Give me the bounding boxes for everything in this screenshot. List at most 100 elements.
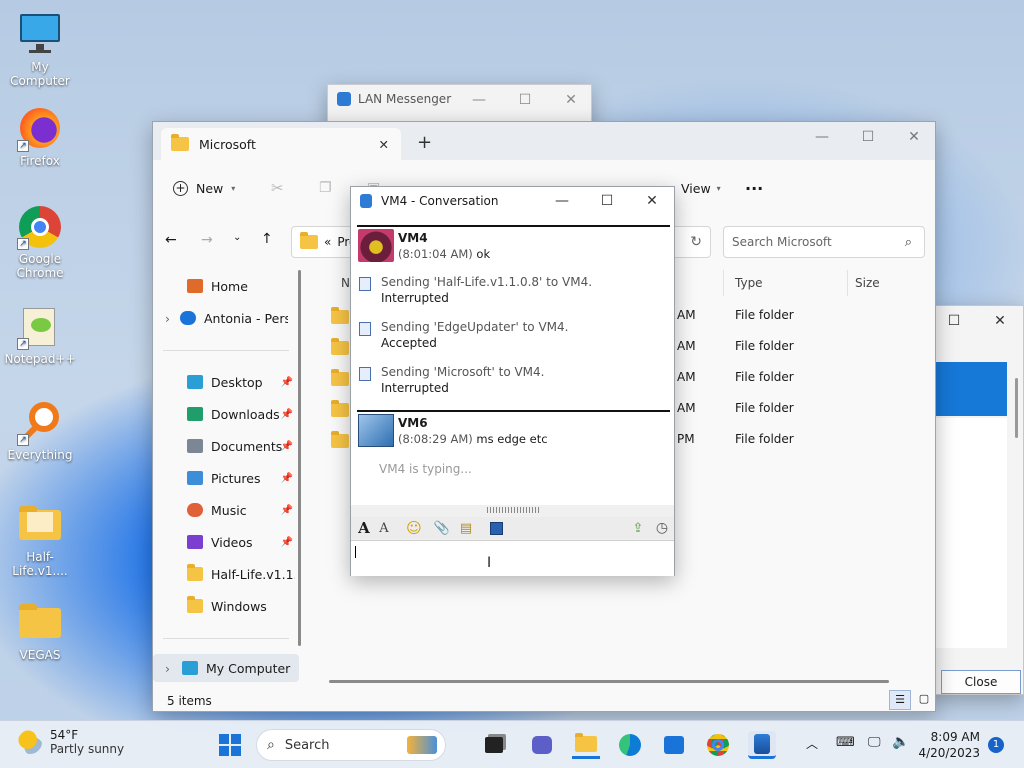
desktop-icon-everything[interactable]: ↗ Everything xyxy=(0,400,80,462)
dialog-close-button[interactable]: Close xyxy=(941,670,1021,694)
close-tab-icon[interactable]: ✕ xyxy=(379,137,389,152)
column-header-size[interactable]: Size xyxy=(855,276,880,290)
nav-label: Videos xyxy=(211,534,253,550)
forward-icon[interactable]: → xyxy=(201,232,213,248)
store-taskbar-button[interactable] xyxy=(660,731,688,759)
tab-bar: Microsoft ✕ + — ☐ ✕ xyxy=(153,122,935,160)
nav-item-documents[interactable]: Documents 📌 xyxy=(153,432,299,460)
desktop-icon-firefox[interactable]: ↗ Firefox xyxy=(0,106,80,168)
send-file-icon[interactable]: 📎 xyxy=(433,519,451,537)
tab-microsoft[interactable]: Microsoft ✕ xyxy=(161,128,401,160)
transfer-text: Sending 'Microsoft' to VM4. xyxy=(381,365,545,379)
nav-item-videos[interactable]: Videos 📌 xyxy=(153,528,299,556)
file-icon xyxy=(359,277,371,291)
chat-button[interactable] xyxy=(528,731,556,759)
search-input[interactable]: Search Microsoft ⌕ xyxy=(723,226,925,258)
minimize-button[interactable]: — xyxy=(799,122,845,152)
nav-item-desktop[interactable]: Desktop 📌 xyxy=(153,368,299,396)
close-button[interactable]: ✕ xyxy=(629,187,675,215)
history-icon[interactable]: ◷ xyxy=(653,519,671,537)
horizontal-scrollbar[interactable] xyxy=(329,680,889,683)
more-options-icon[interactable]: ··· xyxy=(745,179,763,198)
font-icon[interactable]: A xyxy=(355,519,373,537)
refresh-icon[interactable]: ↻ xyxy=(690,234,702,250)
new-button[interactable]: + New ▾ xyxy=(173,180,235,196)
tiles-view-button[interactable]: ▢ xyxy=(913,690,935,710)
background-dialog-window[interactable]: ☐ ✕ Close xyxy=(930,305,1024,695)
keyboard-icon[interactable]: ⌨ xyxy=(836,735,855,750)
nav-item-my-computer[interactable]: › My Computer xyxy=(153,654,299,682)
nav-scrollbar[interactable] xyxy=(298,270,301,646)
start-button[interactable] xyxy=(216,731,244,759)
copy-icon[interactable]: ❐ xyxy=(319,180,332,196)
pin-icon: 📌 xyxy=(280,504,293,516)
chevron-up-icon[interactable]: ︿ xyxy=(806,735,818,752)
back-icon[interactable]: ← xyxy=(165,232,177,248)
file-explorer-taskbar-button[interactable] xyxy=(572,731,600,759)
search-highlight-icon xyxy=(407,736,437,754)
maximize-button[interactable]: ☐ xyxy=(584,187,630,215)
taskbar-search[interactable]: ⌕ Search xyxy=(256,729,446,761)
nav-item-music[interactable]: Music 📌 xyxy=(153,496,299,524)
address-overflow[interactable]: « xyxy=(324,235,331,249)
transfers-icon[interactable]: ⇪ xyxy=(629,519,647,537)
desktop-icon-notepadpp[interactable]: ↗ Notepad++ xyxy=(0,304,80,366)
message-line: (8:01:04 AM) ok xyxy=(398,247,490,261)
folder-icon xyxy=(17,600,63,646)
desktop-icon-half-life-folder[interactable]: Half-Life.v1.... xyxy=(0,502,80,578)
nav-item-home[interactable]: Home xyxy=(153,272,299,300)
close-button[interactable]: ✕ xyxy=(548,85,594,115)
minimize-button[interactable]: — xyxy=(456,85,502,115)
home-icon xyxy=(187,279,203,293)
folder-icon xyxy=(187,564,203,581)
smiley-icon[interactable]: ☺ xyxy=(405,519,423,537)
selected-row[interactable] xyxy=(931,362,1007,416)
message-vm6: VM6 (8:08:29 AM) ms edge etc xyxy=(357,410,670,450)
desktop-icon-chrome[interactable]: ↗ Google Chrome xyxy=(0,204,80,280)
maximize-button[interactable]: ☐ xyxy=(931,306,977,336)
view-button[interactable]: View ▾ xyxy=(681,181,721,196)
navigation-pane: Home › Antonia - Perso Desktop 📌 Downloa… xyxy=(153,270,301,690)
minimize-button[interactable]: — xyxy=(539,187,585,215)
edge-taskbar-button[interactable] xyxy=(616,731,644,759)
chrome-taskbar-button[interactable] xyxy=(704,731,732,759)
send-folder-icon[interactable]: ▤ xyxy=(457,519,475,537)
weather-widget[interactable]: 54°F Partly sunny xyxy=(18,728,124,756)
message-input[interactable]: I xyxy=(351,540,674,576)
desktop-icon-vegas-folder[interactable]: VEGAS xyxy=(0,600,80,662)
folder-icon xyxy=(171,134,189,151)
avatar xyxy=(358,229,394,262)
notification-badge[interactable]: 1 xyxy=(988,737,1004,753)
maximize-button[interactable]: ☐ xyxy=(502,85,548,115)
font-color-icon[interactable]: A xyxy=(375,519,393,537)
column-header-name[interactable]: N xyxy=(341,276,350,290)
nav-item-windows[interactable]: Windows xyxy=(153,592,299,620)
save-icon[interactable] xyxy=(487,519,505,537)
desktop-icon-my-computer[interactable]: My Computer xyxy=(0,12,80,88)
search-placeholder: Search Microsoft xyxy=(732,235,832,249)
transfer-status: Accepted xyxy=(381,336,437,350)
network-icon[interactable]: 🖵 xyxy=(868,735,881,750)
task-view-button[interactable] xyxy=(480,731,508,759)
column-header-type[interactable]: Type xyxy=(735,276,763,290)
new-tab-button[interactable]: + xyxy=(417,132,432,153)
nav-item-pictures[interactable]: Pictures 📌 xyxy=(153,464,299,492)
nav-item-downloads[interactable]: Downloads 📌 xyxy=(153,400,299,428)
maximize-button[interactable]: ☐ xyxy=(845,122,891,152)
close-button[interactable]: ✕ xyxy=(977,306,1023,336)
nav-item-half-life[interactable]: Half-Life.v1.1.0.8 xyxy=(153,560,299,588)
cut-icon[interactable]: ✂ xyxy=(271,179,284,197)
nav-item-onedrive[interactable]: › Antonia - Perso xyxy=(153,304,299,332)
nav-label: My Computer xyxy=(206,660,291,676)
close-button[interactable]: ✕ xyxy=(891,122,937,152)
volume-icon[interactable]: 🔈 xyxy=(892,734,909,750)
conversation-window[interactable]: VM4 - Conversation — ☐ ✕ VM4 (8:01:04 AM… xyxy=(350,186,675,576)
details-view-button[interactable]: ☰ xyxy=(889,690,911,710)
lan-messenger-taskbar-button[interactable] xyxy=(748,731,776,759)
recent-locations-icon[interactable]: ⌄ xyxy=(233,232,241,243)
system-clock[interactable]: 8:09 AM 4/20/2023 xyxy=(916,729,980,761)
up-icon[interactable]: ↑ xyxy=(261,231,273,247)
splitter-grip[interactable] xyxy=(487,507,541,513)
scrollbar[interactable] xyxy=(1015,378,1018,438)
plus-circle-icon: + xyxy=(173,180,188,196)
